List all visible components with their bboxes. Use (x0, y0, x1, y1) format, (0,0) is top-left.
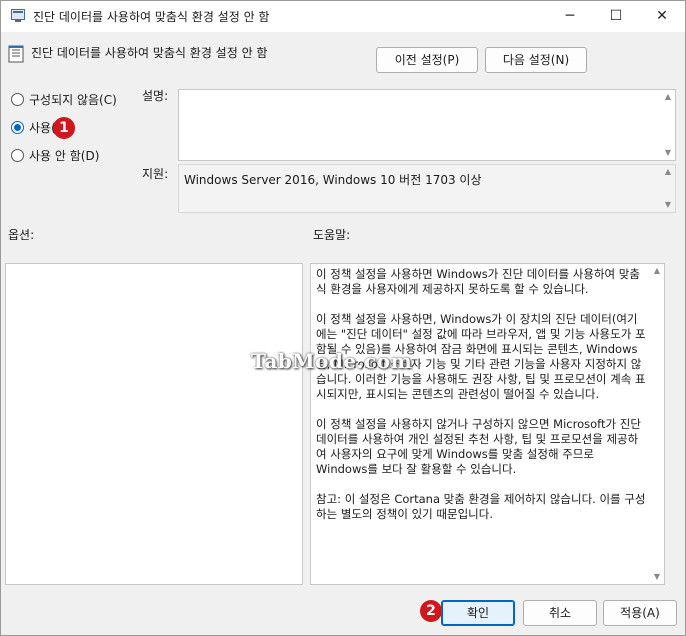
help-paragraph: 이 정책 설정을 사용하지 않거나 구성하지 않으면 Microsoft가 진단… (316, 417, 641, 476)
radio-label: 사용 안 함(D) (29, 149, 100, 163)
help-text: 이 정책 설정을 사용하면 Windows가 진단 데이터를 사용하여 맞춤식 … (316, 267, 646, 537)
previous-setting-button[interactable]: 이전 설정(P) (376, 47, 478, 73)
scroll-down-icon[interactable]: ▼ (650, 570, 664, 584)
scroll-down-icon[interactable]: ▼ (661, 146, 675, 160)
help-paragraph: 참고: 이 설정은 Cortana 맞춤 환경을 제어하지 않습니다. 이를 구… (316, 492, 646, 521)
supported-scrollbar[interactable]: ▲ ▼ (661, 165, 675, 212)
apply-button[interactable]: 적용(A) (603, 600, 677, 626)
policy-setting-icon (8, 45, 24, 63)
radio-indicator (11, 149, 24, 162)
minimize-button[interactable]: ─ (547, 1, 593, 32)
setting-title: 진단 데이터를 사용하여 맞춤식 환경 설정 안 함 (31, 46, 268, 60)
help-paragraph: 이 정책 설정을 사용하면 Windows가 진단 데이터를 사용하여 맞춤식 … (316, 267, 640, 296)
comment-scrollbar[interactable]: ▲ ▼ (661, 90, 675, 160)
next-setting-button[interactable]: 다음 설정(N) (485, 47, 587, 73)
scroll-up-icon[interactable]: ▲ (661, 90, 675, 104)
window-title: 진단 데이터를 사용하여 맞춤식 환경 설정 안 함 (33, 10, 270, 24)
supported-on-box: Windows Server 2016, Windows 10 버전 1703 … (178, 164, 676, 213)
supported-label: 지원: (142, 167, 169, 181)
step-badge-2: 2 (420, 600, 442, 622)
comment-textarea[interactable]: ▲ ▼ (178, 89, 676, 161)
step-badge-1: 1 (53, 117, 75, 139)
radio-disabled[interactable]: 사용 안 함(D) (11, 147, 99, 165)
radio-label: 구성되지 않음(C) (29, 93, 117, 107)
policy-app-icon (11, 9, 25, 22)
supported-on-value: Windows Server 2016, Windows 10 버전 1703 … (184, 173, 482, 187)
policy-dialog-window: 진단 데이터를 사용하여 맞춤식 환경 설정 안 함 ─ ☐ ✕ 진단 데이터를… (0, 0, 686, 636)
comment-label: 설명: (142, 89, 169, 103)
close-button[interactable]: ✕ (639, 1, 685, 32)
title-bar: 진단 데이터를 사용하여 맞춤식 환경 설정 안 함 ─ ☐ ✕ (1, 1, 685, 32)
ok-button[interactable]: 확인 (441, 600, 515, 626)
scroll-down-icon[interactable]: ▼ (661, 198, 675, 212)
options-panel (5, 263, 303, 585)
help-label: 도움말: (313, 228, 351, 242)
help-scrollbar[interactable]: ▲ ▼ (650, 264, 664, 584)
radio-indicator-selected (11, 121, 24, 134)
cancel-button[interactable]: 취소 (523, 600, 597, 626)
options-label: 옵션: (8, 228, 35, 242)
watermark: TabMode.com (251, 349, 413, 373)
scroll-up-icon[interactable]: ▲ (661, 165, 675, 179)
radio-indicator (11, 93, 24, 106)
scroll-up-icon[interactable]: ▲ (650, 264, 664, 278)
maximize-button[interactable]: ☐ (593, 1, 639, 32)
help-panel[interactable]: 이 정책 설정을 사용하면 Windows가 진단 데이터를 사용하여 맞춤식 … (310, 263, 665, 585)
radio-not-configured[interactable]: 구성되지 않음(C) (11, 91, 117, 109)
